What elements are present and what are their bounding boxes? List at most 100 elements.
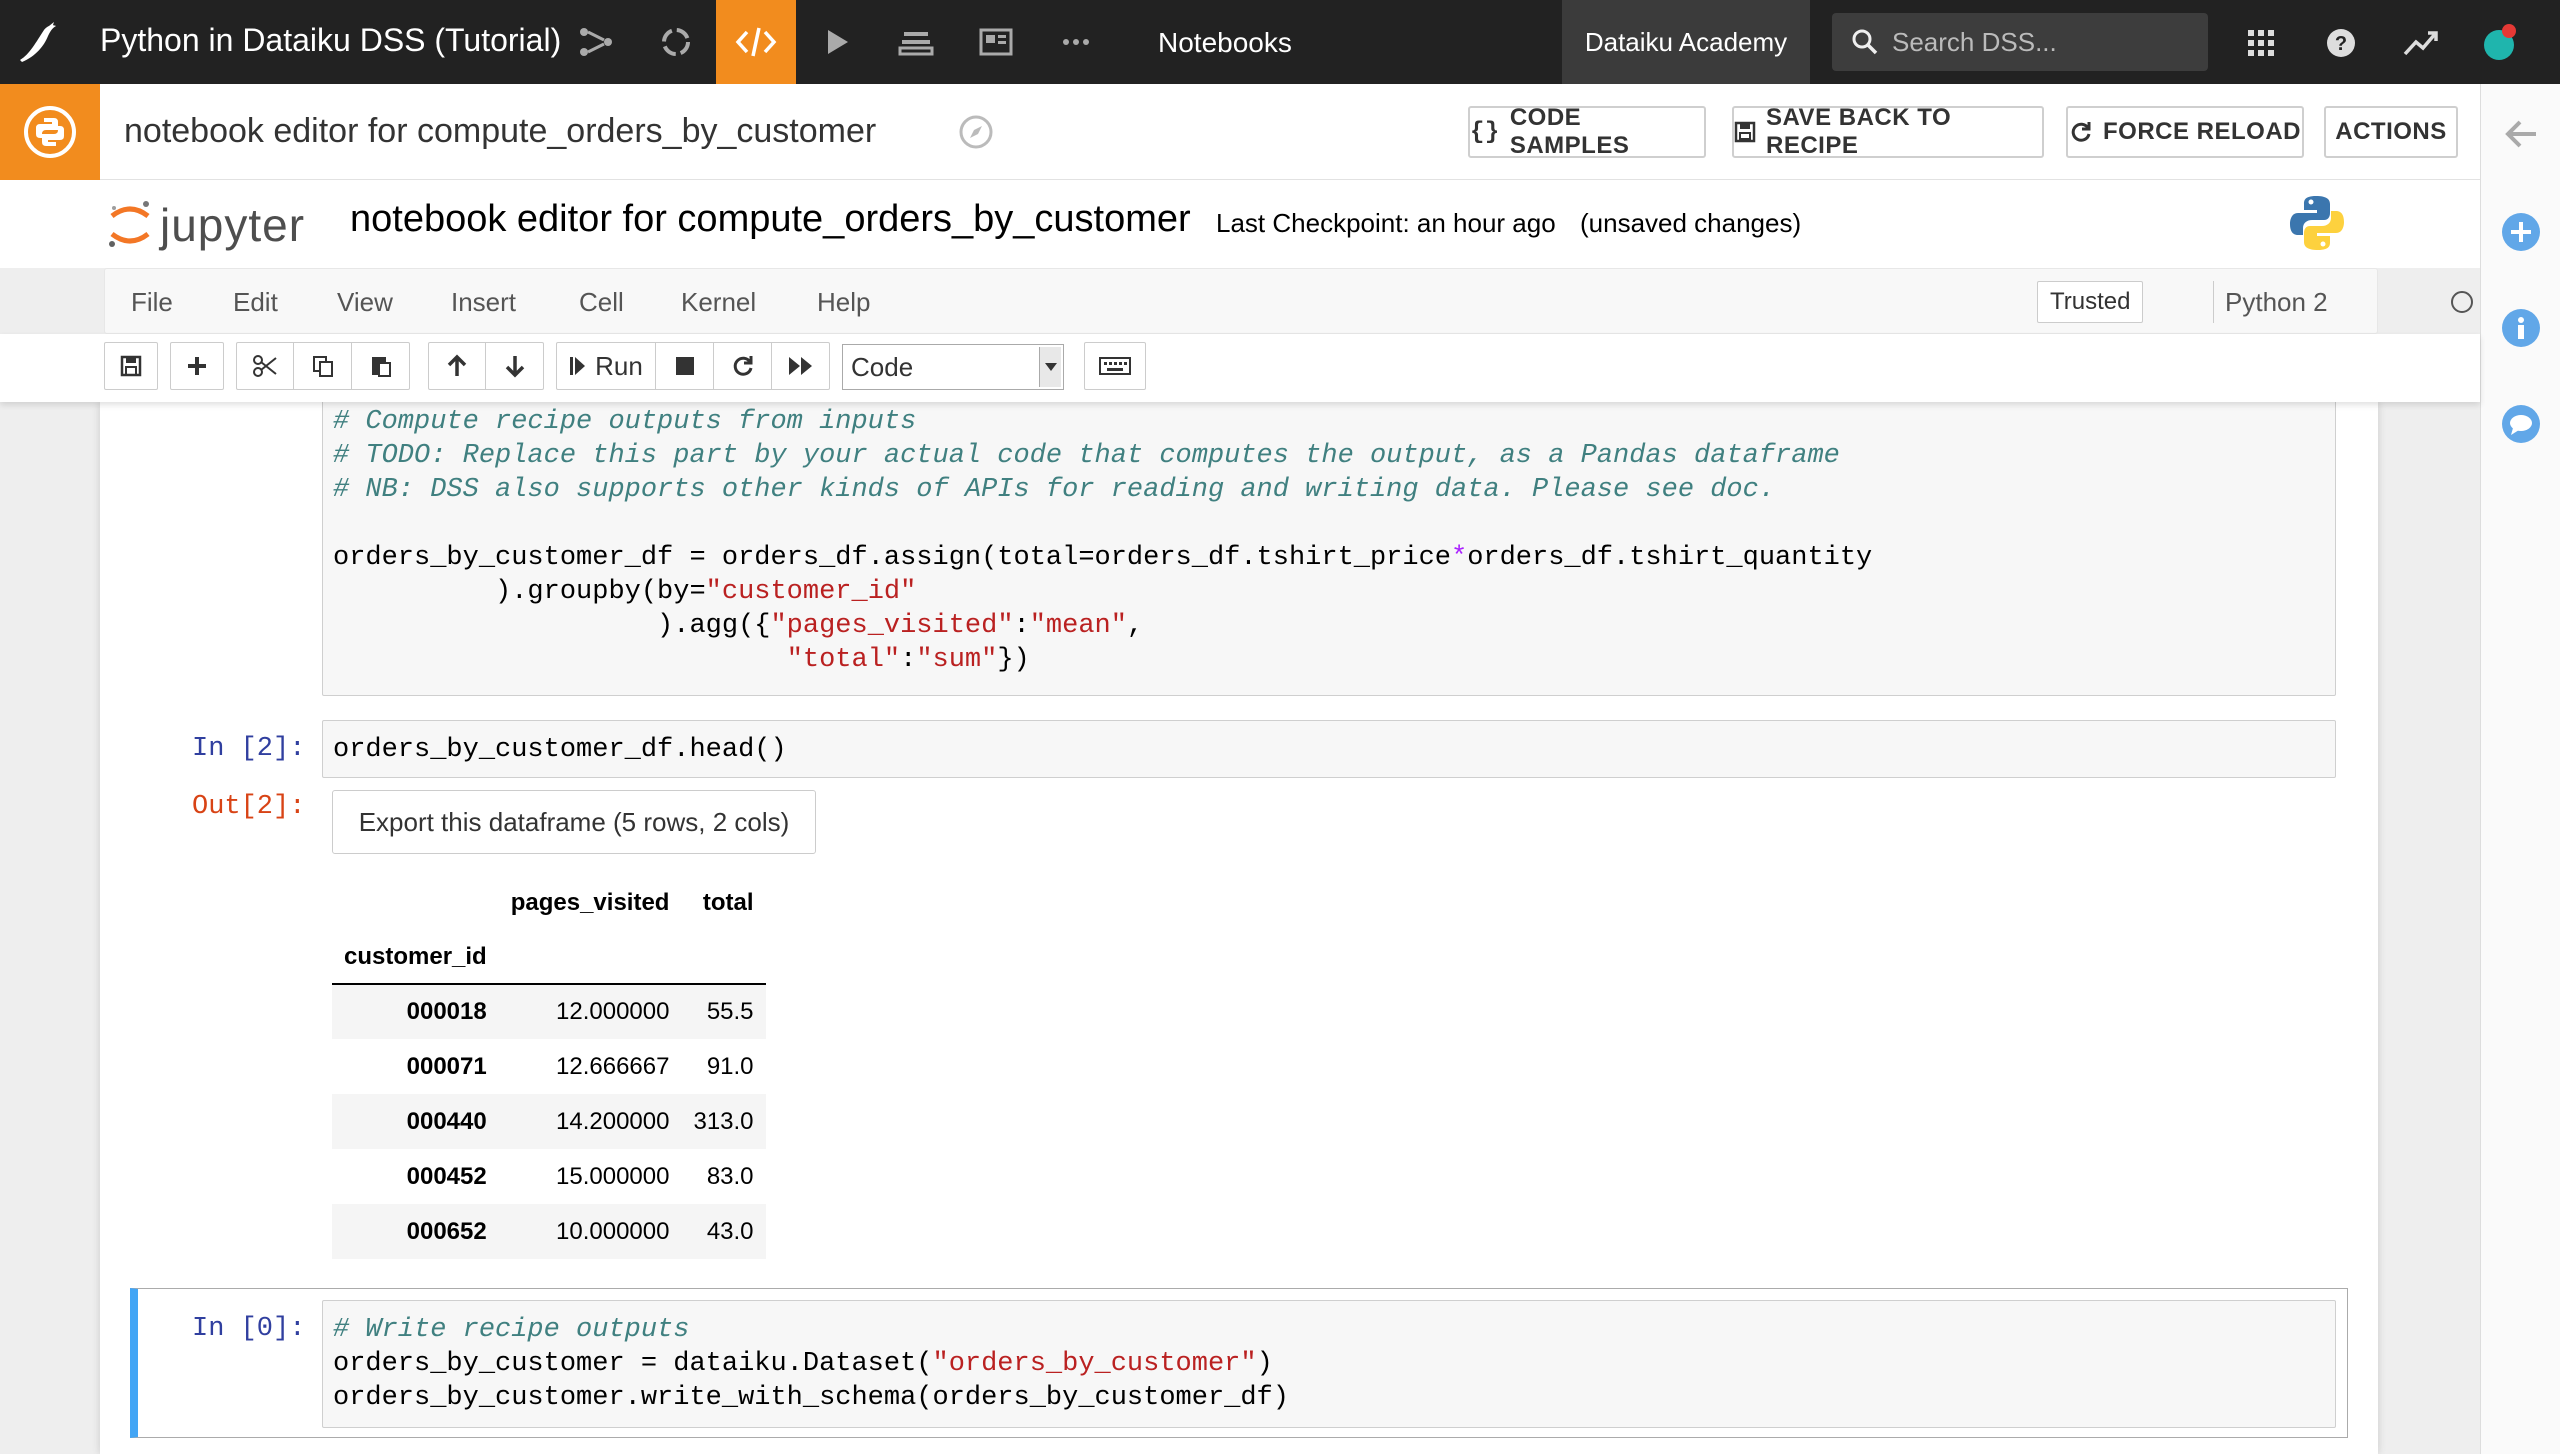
deploy-stack-icon[interactable] bbox=[876, 0, 956, 84]
menu-insert[interactable]: Insert bbox=[451, 287, 516, 318]
stop-square-icon bbox=[675, 356, 695, 376]
notebook-name[interactable]: notebook editor for compute_orders_by_cu… bbox=[350, 198, 1191, 241]
menu-help[interactable]: Help bbox=[817, 287, 870, 318]
menu-kernel[interactable]: Kernel bbox=[681, 287, 756, 318]
total-cell: 313.0 bbox=[693, 1107, 754, 1135]
menu-edit[interactable]: Edit bbox=[233, 287, 278, 318]
export-dataframe-button[interactable]: Export this dataframe (5 rows, 2 cols) bbox=[332, 790, 816, 854]
step-forward-icon bbox=[569, 355, 587, 377]
restart-run-all-button[interactable] bbox=[772, 342, 830, 390]
search-box[interactable] bbox=[1832, 13, 2208, 71]
input-prompt: In [0]: bbox=[192, 1314, 306, 1344]
row-index: 000452 bbox=[406, 1162, 487, 1190]
pages-visited-cell: 12.000000 bbox=[556, 998, 670, 1025]
info-icon[interactable] bbox=[2501, 308, 2541, 348]
compass-icon[interactable] bbox=[958, 114, 994, 150]
command-palette-button[interactable] bbox=[1084, 342, 1146, 390]
search-icon bbox=[1850, 27, 1880, 57]
force-reload-button[interactable]: FORCE RELOAD bbox=[2066, 106, 2304, 158]
kernel-name[interactable]: Python 2 bbox=[2225, 287, 2328, 318]
total-cell: 83.0 bbox=[706, 1162, 754, 1190]
code-notebooks-icon[interactable] bbox=[716, 0, 796, 84]
total-cell: 55.5 bbox=[706, 998, 754, 1025]
move-cell-down-button[interactable] bbox=[486, 342, 544, 390]
search-input[interactable] bbox=[1892, 26, 2192, 58]
more-dots-icon[interactable] bbox=[1036, 0, 1116, 84]
jupyter-orbit-icon bbox=[106, 198, 154, 252]
paste-cell-button[interactable] bbox=[352, 342, 410, 390]
menu-file[interactable]: File bbox=[131, 287, 173, 318]
copy-icon bbox=[311, 354, 335, 378]
code-line-agg-total: "total":"sum"}) bbox=[786, 645, 1030, 675]
row-index: 000071 bbox=[406, 1052, 487, 1080]
code-line-head[interactable]: orders_by_customer_df.head() bbox=[333, 733, 787, 767]
restart-icon bbox=[731, 354, 755, 378]
force-reload-label: FORCE RELOAD bbox=[2103, 118, 2301, 145]
code-line-write: orders_by_customer.write_with_schema(ord… bbox=[333, 1383, 1289, 1413]
run-jobs-icon[interactable] bbox=[796, 0, 876, 84]
help-icon[interactable]: ? bbox=[2316, 18, 2366, 68]
dropdown-caret-icon bbox=[1039, 347, 1061, 387]
code-line-dataset: orders_by_customer = dataiku.Dataset("or… bbox=[333, 1349, 1273, 1379]
table-row: 000440 14.200000 313.0 bbox=[332, 1094, 766, 1149]
activity-trend-icon[interactable] bbox=[2396, 18, 2446, 68]
apps-grid-icon[interactable] bbox=[2236, 18, 2286, 68]
pages-visited-cell: 14.200000 bbox=[556, 1107, 670, 1135]
table-row: 000452 15.000000 83.0 bbox=[332, 1149, 766, 1204]
row-index: 000018 bbox=[406, 998, 487, 1025]
output-prompt: Out[2]: bbox=[192, 792, 306, 822]
code-cell-compute[interactable]: # Compute recipe outputs from inputs # TO… bbox=[322, 402, 2336, 696]
checkpoint-status: Last Checkpoint: an hour ago bbox=[1216, 208, 1556, 238]
dataframe-table: pages_visited total customer_id 000018 1… bbox=[332, 876, 766, 1259]
interrupt-kernel-button[interactable] bbox=[656, 342, 714, 390]
save-checkpoint-button[interactable] bbox=[104, 342, 158, 390]
code-line-assign: orders_by_customer_df = orders_df.assign… bbox=[333, 543, 1873, 573]
table-row: 000071 12.666667 91.0 bbox=[332, 1039, 766, 1094]
jupyter-menubar: File Edit View Insert Cell Kernel Help T… bbox=[104, 268, 2473, 334]
add-plus-icon[interactable] bbox=[2501, 212, 2541, 252]
dataiku-academy-link[interactable]: Dataiku Academy bbox=[1562, 0, 1810, 84]
cell-type-select[interactable]: Code bbox=[842, 344, 1064, 390]
trusted-badge[interactable]: Trusted bbox=[2037, 281, 2144, 323]
plus-icon bbox=[186, 355, 208, 377]
fast-forward-icon bbox=[788, 356, 814, 376]
actions-button[interactable]: ACTIONS bbox=[2324, 106, 2458, 158]
code-cell-head[interactable]: orders_by_customer_df.head() bbox=[322, 720, 2336, 778]
user-avatar-icon[interactable] bbox=[2476, 18, 2526, 68]
insert-cell-button[interactable] bbox=[170, 342, 224, 390]
run-cell-button[interactable]: Run bbox=[556, 342, 656, 390]
total-cell: 91.0 bbox=[706, 1052, 754, 1080]
cut-cell-button[interactable] bbox=[236, 342, 294, 390]
scissors-icon bbox=[252, 354, 278, 378]
project-title[interactable]: Python in Dataiku DSS (Tutorial) bbox=[100, 22, 561, 59]
copy-cell-button[interactable] bbox=[294, 342, 352, 390]
code-samples-button[interactable]: {} CODE SAMPLES bbox=[1468, 104, 1706, 159]
flow-icon[interactable] bbox=[556, 0, 636, 84]
dataiku-bird-logo-icon[interactable] bbox=[14, 18, 64, 68]
code-line-groupby: ).groupby(by="customer_id" bbox=[333, 577, 917, 607]
current-section-label[interactable]: Notebooks bbox=[1158, 27, 1292, 59]
code-editor[interactable]: # Compute recipe outputs from inputs # TO… bbox=[333, 405, 1872, 677]
save-icon bbox=[119, 354, 143, 378]
back-arrow-icon[interactable] bbox=[2501, 114, 2541, 154]
python-notebook-badge-icon bbox=[0, 84, 100, 180]
save-back-to-recipe-button[interactable]: SAVE BACK TO RECIPE bbox=[1732, 104, 2044, 159]
jupyter-logo[interactable]: jupyter bbox=[106, 198, 305, 252]
dashboard-icon[interactable] bbox=[956, 0, 1036, 84]
kernel-divider bbox=[2213, 281, 2214, 323]
move-cell-up-button[interactable] bbox=[428, 342, 486, 390]
code-cell-write[interactable]: # Write recipe outputs orders_by_customer… bbox=[322, 1300, 2336, 1428]
pages-visited-cell: 10.000000 bbox=[556, 1217, 670, 1245]
code-samples-label: CODE SAMPLES bbox=[1509, 104, 1630, 159]
reload-icon bbox=[2069, 120, 2093, 144]
code-editor[interactable]: # Write recipe outputs orders_by_customer… bbox=[333, 1313, 1289, 1415]
restart-kernel-button[interactable] bbox=[714, 342, 772, 390]
arrow-up-icon bbox=[445, 354, 469, 378]
discussions-chat-icon[interactable] bbox=[2501, 404, 2541, 444]
jupyter-wordmark: jupyter bbox=[160, 199, 306, 251]
empty-header bbox=[681, 930, 766, 985]
recipes-cycle-icon[interactable] bbox=[636, 0, 716, 84]
menu-view[interactable]: View bbox=[337, 287, 393, 318]
column-header: total bbox=[702, 889, 754, 916]
menu-cell[interactable]: Cell bbox=[579, 287, 624, 318]
